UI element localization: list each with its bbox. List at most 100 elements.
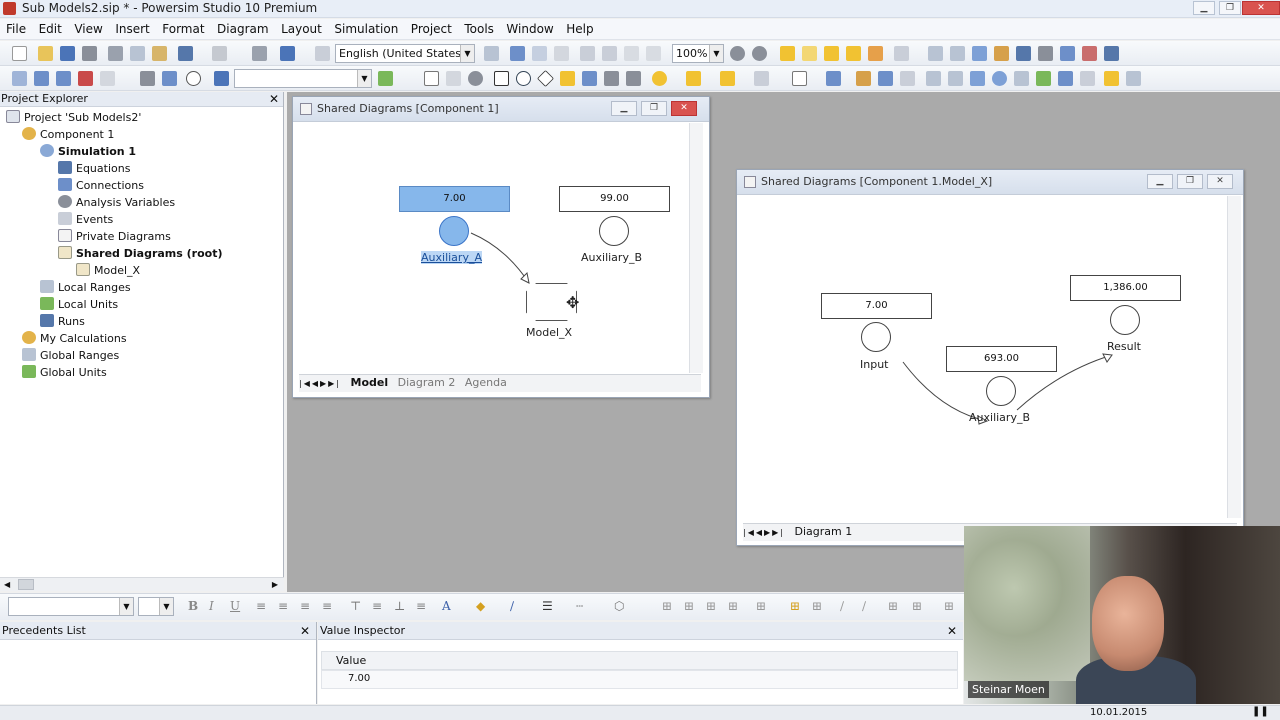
curve-icon[interactable] (826, 71, 841, 86)
diagram-canvas[interactable]: 7.00 Auxiliary_A 99.00 Auxiliary_B Model… (301, 123, 689, 373)
close-button[interactable]: ✕ (1207, 174, 1233, 189)
level-icon[interactable] (494, 71, 509, 86)
valign-bottom-icon[interactable]: ⊥ (394, 599, 405, 613)
grid-icon[interactable] (1016, 46, 1031, 61)
group-icon[interactable]: ⊞ (756, 599, 766, 613)
binoculars-icon[interactable] (580, 46, 595, 61)
scroll-left-icon[interactable]: ◀ (4, 580, 10, 589)
italic-icon[interactable]: I (209, 599, 214, 613)
tab-diagram-1[interactable]: Diagram 1 (795, 524, 853, 540)
chevron-down-icon[interactable]: ▼ (119, 598, 133, 615)
slider-icon[interactable] (1058, 71, 1073, 86)
control-icon[interactable] (1126, 71, 1141, 86)
result-value-box[interactable]: 1,386.00 (1070, 275, 1181, 301)
tree-item-local-ranges[interactable]: Local Ranges (40, 279, 131, 296)
tab-model[interactable]: Model (351, 375, 389, 391)
tools-icon[interactable] (252, 46, 267, 61)
tab-nav-icon[interactable]: |◀◀▶▶| (299, 376, 341, 392)
undo-icon[interactable] (178, 46, 193, 61)
menu-help[interactable]: Help (563, 19, 596, 39)
align-left-icon[interactable]: ≡ (256, 599, 266, 613)
tree-item-model-x[interactable]: Model_X (76, 262, 140, 279)
copy-icon[interactable] (130, 46, 145, 61)
justify-icon[interactable]: ≡ (322, 599, 332, 613)
time-graph-icon[interactable] (926, 71, 941, 86)
distribute-icon[interactable]: ⊞ (684, 599, 694, 613)
replace-icon[interactable] (646, 46, 661, 61)
tree-item-events[interactable]: Events (58, 211, 113, 228)
auxiliary-b-value-box[interactable]: 693.00 (946, 346, 1057, 372)
align-right-icon[interactable]: ≡ (300, 599, 310, 613)
rewind-icon[interactable] (12, 71, 27, 86)
close-icon[interactable]: ✕ (300, 622, 310, 640)
align-objects-icon[interactable]: ⊞ (662, 599, 672, 613)
language-select[interactable]: English (United States) ▼ (335, 44, 475, 63)
menu-tools[interactable]: Tools (461, 19, 497, 39)
grid-toggle-icon[interactable]: ⊞ (912, 599, 922, 613)
tree-item-simulation-1[interactable]: Simulation 1 (40, 143, 136, 160)
graph-icon[interactable] (140, 71, 155, 86)
view-icon[interactable] (824, 46, 839, 61)
window-title-bar[interactable]: Shared Diagrams [Component 1.Model_X] ▁ … (737, 170, 1243, 195)
step-icon[interactable] (56, 71, 71, 86)
bar-chart-icon[interactable] (970, 71, 985, 86)
menu-file[interactable]: File (3, 19, 29, 39)
line-style-icon[interactable]: ┄ (576, 599, 583, 613)
layout-4-icon[interactable] (994, 46, 1009, 61)
light-bulb-icon[interactable] (802, 46, 817, 61)
line-width-icon[interactable]: ☰ (542, 599, 553, 613)
image-icon[interactable] (754, 71, 769, 86)
search-icon[interactable] (1038, 46, 1053, 61)
paste-icon[interactable] (152, 46, 167, 61)
record-icon[interactable] (100, 71, 115, 86)
triangle-icon[interactable] (686, 71, 701, 86)
format-icon[interactable] (484, 46, 499, 61)
tree-item-local-units[interactable]: Local Units (40, 296, 118, 313)
result-node[interactable] (1110, 305, 1140, 335)
tree-item-shared-diagrams[interactable]: Shared Diagrams (root) (58, 245, 223, 262)
highlight-icon[interactable] (1104, 71, 1119, 86)
model-x-label[interactable]: Model_X (526, 326, 572, 339)
save-icon[interactable] (60, 46, 75, 61)
font-color-icon[interactable]: A (442, 599, 451, 613)
marker-icon[interactable] (720, 71, 735, 86)
result-label[interactable]: Result (1107, 340, 1141, 353)
find-icon[interactable] (602, 46, 617, 61)
home-icon[interactable] (554, 46, 569, 61)
chevron-down-icon[interactable]: ▼ (709, 45, 723, 62)
calendar-icon[interactable] (1104, 46, 1119, 61)
person-icon[interactable] (878, 71, 893, 86)
font-size-select[interactable]: ▼ (138, 597, 174, 616)
shape-icon[interactable]: ⬡ (614, 599, 624, 613)
tree-item-my-calculations[interactable]: My Calculations (22, 330, 127, 347)
close-icon[interactable]: ✕ (947, 622, 957, 640)
link-icon[interactable] (604, 71, 619, 86)
properties-icon[interactable] (894, 46, 909, 61)
wrap-icon[interactable]: ≡ (416, 599, 426, 613)
menu-simulation[interactable]: Simulation (331, 19, 401, 39)
paint-icon[interactable] (856, 71, 871, 86)
tab-diagram-2[interactable]: Diagram 2 (398, 375, 456, 391)
menu-edit[interactable]: Edit (36, 19, 65, 39)
tool-icon[interactable] (900, 71, 915, 86)
view-2-icon[interactable] (846, 46, 861, 61)
zoom-select[interactable]: 100% ▼ (672, 44, 724, 63)
vertical-scrollbar[interactable] (1227, 196, 1241, 518)
zoom-in-icon[interactable] (730, 46, 745, 61)
menu-view[interactable]: View (71, 19, 105, 39)
menu-diagram[interactable]: Diagram (214, 19, 272, 39)
tree-item-project[interactable]: Project 'Sub Models2' (6, 109, 141, 126)
pointer-icon[interactable] (424, 71, 439, 86)
submodel-icon[interactable] (560, 71, 575, 86)
horizontal-scrollbar[interactable]: ◀ ▶ (0, 577, 284, 591)
menu-project[interactable]: Project (408, 19, 455, 39)
chevron-down-icon[interactable]: ▼ (460, 45, 474, 62)
book-icon[interactable] (280, 46, 295, 61)
tree-item-analysis-variables[interactable]: Analysis Variables (58, 194, 175, 211)
wand-icon[interactable] (162, 71, 177, 86)
snap-icon[interactable]: ⊞ (888, 599, 898, 613)
flip-icon[interactable]: ⊞ (706, 599, 716, 613)
valign-middle-icon[interactable]: ≡ (372, 599, 382, 613)
language-icon[interactable] (315, 46, 330, 61)
constant-icon[interactable] (537, 70, 554, 87)
